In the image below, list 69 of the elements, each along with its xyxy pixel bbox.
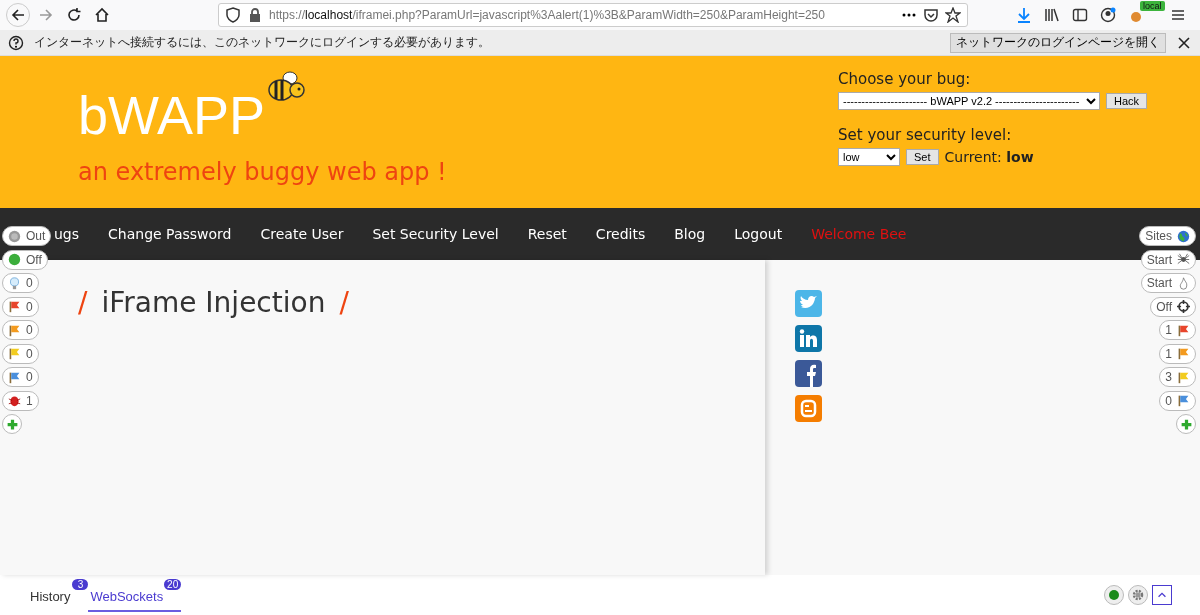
page-title: iFrame Injection	[101, 286, 326, 319]
nav-link[interactable]: Set Security Level	[372, 226, 499, 242]
nav-link[interactable]: ugs	[54, 226, 80, 242]
status-dot-icon	[8, 253, 21, 266]
bee-icon	[266, 70, 306, 104]
reload-icon	[66, 7, 82, 23]
login-page-button[interactable]: ネットワークのログインページを開く	[950, 32, 1166, 53]
hud-button[interactable]: Start	[1140, 273, 1196, 293]
title-slash: /	[339, 286, 349, 319]
lightbulb-icon	[8, 276, 21, 290]
close-icon[interactable]	[1176, 34, 1192, 51]
facebook-icon[interactable]	[795, 360, 822, 387]
linkedin-icon[interactable]	[795, 325, 822, 352]
expand-button[interactable]	[1152, 585, 1172, 605]
plus-icon	[5, 417, 19, 431]
welcome-text: Welcome Bee	[811, 226, 907, 242]
hud-button[interactable]: 0	[2, 367, 39, 387]
shield-icon	[225, 7, 241, 23]
account-icon[interactable]	[1100, 7, 1116, 23]
bug-select[interactable]: ----------------------- bWAPP v2.2 -----------------------	[838, 92, 1100, 110]
help-icon	[8, 34, 24, 51]
security-select[interactable]: low	[838, 148, 900, 166]
hud-button[interactable]: 0	[2, 273, 39, 293]
count-badge: 20	[164, 578, 182, 590]
pocket-icon[interactable]	[923, 7, 939, 23]
logo: bWAPP	[78, 84, 266, 146]
nav-link[interactable]: Change Password	[108, 226, 232, 242]
settings-button[interactable]	[1128, 585, 1148, 605]
menu-icon[interactable]	[1170, 7, 1186, 23]
star-icon[interactable]	[945, 7, 961, 23]
security-label: Set your security level:	[838, 126, 1013, 144]
spider-icon	[1177, 253, 1190, 266]
hud-button[interactable]: 0	[2, 320, 39, 340]
profile-badge: local	[1140, 1, 1165, 11]
tab[interactable]: History 3	[28, 578, 89, 612]
nav-link[interactable]: Reset	[527, 226, 567, 242]
target-icon	[8, 229, 21, 243]
nav-link[interactable]: Credits	[595, 226, 646, 242]
status-dot-icon	[1107, 588, 1121, 602]
nav-link[interactable]: Blog	[674, 226, 706, 242]
set-button[interactable]: Set	[906, 149, 939, 165]
settings-icon	[1131, 588, 1145, 602]
status-button[interactable]	[1104, 585, 1124, 605]
nav-link[interactable]: Logout	[734, 226, 783, 242]
forward-arrow-icon	[38, 7, 54, 23]
sidebar-icon[interactable]	[1072, 7, 1088, 23]
plus-icon	[1179, 417, 1193, 431]
nav-link[interactable]: Create User	[260, 226, 344, 242]
globe-icon	[1177, 229, 1190, 243]
download-icon[interactable]	[1016, 7, 1032, 23]
hack-button[interactable]: Hack	[1106, 93, 1148, 109]
back-arrow-icon	[10, 7, 26, 23]
blog-icon[interactable]	[795, 395, 822, 422]
title-slash: /	[78, 286, 88, 319]
hud-button[interactable]: Sites	[1139, 226, 1196, 246]
tagline: an extremely buggy web app !	[78, 158, 447, 186]
address-bar[interactable]: https://localhost/iframei.php?ParamUrl=javascript%3Aalert(1)%3B&ParamWidth=250&ParamHeight=250	[218, 3, 968, 27]
count-badge: 3	[72, 578, 89, 590]
bug-label: Choose your bug:	[838, 70, 972, 88]
home-icon	[94, 7, 110, 23]
tab[interactable]: WebSockets 20	[88, 578, 182, 612]
current-level: Current: low	[944, 149, 1034, 165]
url-text: https://localhost/iframei.php?ParamUrl=javascript%3Aalert(1)%3B&ParamWidth=250&ParamHeight=250	[269, 8, 826, 22]
library-icon[interactable]	[1044, 7, 1060, 23]
notification-message: インターネットへ接続するには、このネットワークにログインする必要があります。	[34, 34, 491, 51]
hud-button[interactable]: Out	[2, 226, 52, 246]
lock-icon	[247, 7, 263, 23]
bug-icon	[8, 394, 21, 407]
crosshair-icon	[1177, 300, 1190, 313]
